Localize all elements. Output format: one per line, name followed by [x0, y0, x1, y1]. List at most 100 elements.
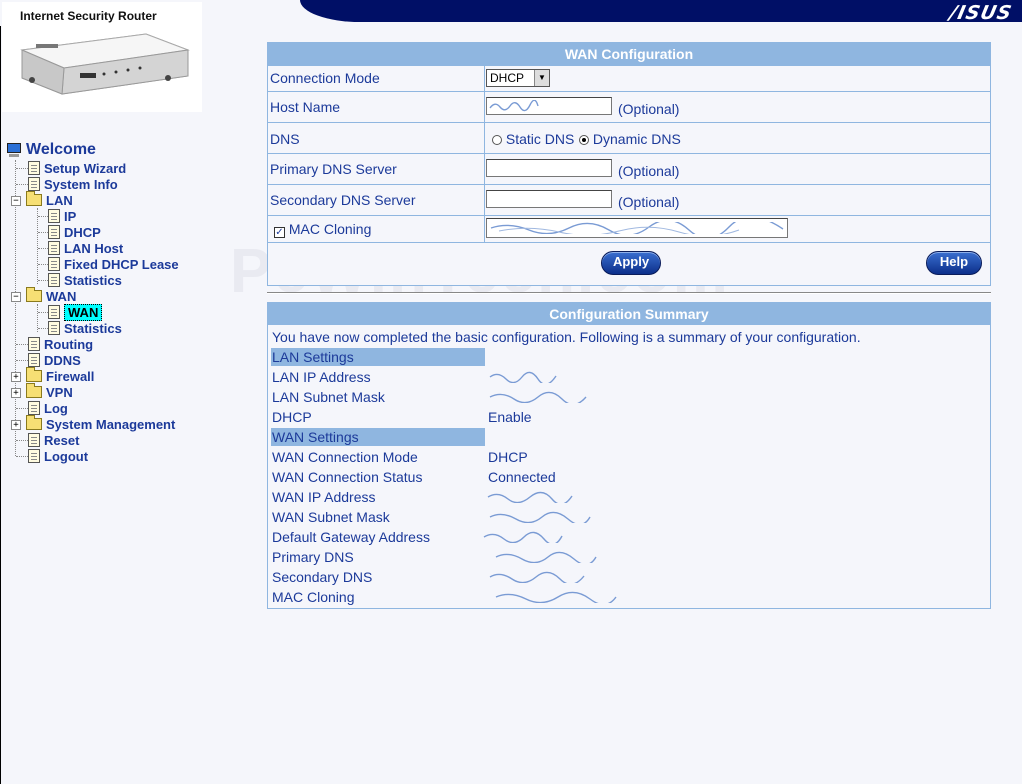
folder-icon: [26, 383, 42, 398]
redacted-scribble: [489, 100, 539, 112]
router-image: [20, 33, 190, 95]
mac-cloning-label: MAC Cloning: [288, 221, 372, 237]
connection-mode-label: Connection Mode: [270, 70, 380, 86]
folder-open-icon: [26, 287, 42, 302]
collapse-wan-toggle[interactable]: −: [11, 292, 21, 302]
tree-item-routing[interactable]: Routing: [28, 336, 93, 352]
configuration-summary-panel: Configuration Summary You have now compl…: [267, 302, 991, 609]
collapse-lan-toggle[interactable]: −: [11, 196, 21, 206]
redacted-scribble: [495, 551, 597, 563]
document-icon: [48, 305, 60, 319]
document-icon: [48, 321, 60, 335]
static-dns-radio[interactable]: [492, 135, 502, 145]
tree-item-vpn[interactable]: VPN: [26, 383, 73, 400]
section-divider: [267, 292, 991, 294]
host-name-optional: (Optional): [618, 101, 680, 117]
mac-cloning-checkbox[interactable]: ✓: [274, 227, 285, 238]
action-row: Apply Help: [268, 242, 990, 286]
tree-item-log[interactable]: Log: [28, 400, 68, 416]
redacted-scribble: [495, 591, 617, 603]
tree-item-logout[interactable]: Logout: [28, 448, 88, 464]
document-icon: [48, 209, 60, 223]
expand-vpn-toggle[interactable]: +: [11, 388, 21, 398]
tree-item-lan-ip[interactable]: IP: [48, 208, 76, 224]
primary-dns-row: Primary DNS Server (Optional): [268, 153, 990, 185]
tree-item-system-info[interactable]: System Info: [28, 176, 118, 192]
computer-icon: [6, 143, 22, 157]
primary-dns-input[interactable]: [486, 159, 612, 177]
secondary-dns-optional: (Optional): [618, 194, 680, 210]
mac-cloning-option[interactable]: ✓ MAC Cloning: [274, 221, 371, 238]
tree-item-setup-wizard[interactable]: Setup Wizard: [28, 160, 126, 176]
mac-address-input[interactable]: [486, 218, 788, 238]
document-icon: [48, 225, 60, 239]
dns-row: DNS Static DNS Dynamic DNS: [268, 122, 990, 154]
tree-item-lan-dhcp[interactable]: DHCP: [48, 224, 101, 240]
document-icon: [48, 273, 60, 287]
folder-icon: [26, 367, 42, 382]
tree-item-system-management[interactable]: System Management: [26, 415, 175, 432]
connection-mode-row: Connection Mode DHCP ▼: [268, 65, 990, 92]
primary-dns-summary-label: Primary DNS: [272, 549, 354, 565]
folder-open-icon: [26, 191, 42, 206]
secondary-dns-input[interactable]: [486, 190, 612, 208]
document-icon: [28, 401, 40, 415]
wan-settings-heading: WAN Settings: [272, 429, 359, 445]
tree-item-ddns[interactable]: DDNS: [28, 352, 81, 368]
dhcp-value: Enable: [488, 409, 532, 425]
tree-item-firewall[interactable]: Firewall: [26, 367, 94, 384]
secondary-dns-summary-label: Secondary DNS: [272, 569, 373, 585]
redacted-scribble: [489, 391, 587, 403]
lan-settings-heading: LAN Settings: [272, 349, 354, 365]
host-name-input[interactable]: [486, 97, 612, 115]
apply-button[interactable]: Apply: [601, 251, 661, 275]
primary-dns-label: Primary DNS Server: [270, 161, 397, 177]
tree-item-wan[interactable]: WAN: [26, 287, 76, 304]
connection-mode-select[interactable]: DHCP ▼: [486, 69, 550, 87]
host-name-row: Host Name (Optional): [268, 91, 990, 123]
wan-configuration-panel: WAN Configuration Connection Mode DHCP ▼…: [267, 42, 991, 286]
dns-label: DNS: [270, 131, 300, 147]
document-icon: [48, 257, 60, 271]
static-dns-option[interactable]: Static DNS: [492, 131, 574, 147]
tree-item-lan[interactable]: LAN: [26, 191, 73, 208]
tree-item-wan-statistics[interactable]: Statistics: [48, 320, 122, 336]
expand-firewall-toggle[interactable]: +: [11, 372, 21, 382]
dhcp-label: DHCP: [272, 409, 312, 425]
expand-system-management-toggle[interactable]: +: [11, 420, 21, 430]
document-icon: [28, 353, 40, 367]
redacted-scribble: [489, 371, 557, 383]
document-icon: [28, 449, 40, 463]
wan-mode-label: WAN Connection Mode: [272, 449, 418, 465]
redacted-scribble: [487, 491, 573, 503]
help-button[interactable]: Help: [926, 251, 982, 275]
navigation-tree: Welcome Setup Wizard System Info − LAN I…: [0, 140, 260, 480]
tree-item-fixed-dhcp-lease[interactable]: Fixed DHCP Lease: [48, 256, 179, 272]
tree-item-reset[interactable]: Reset: [28, 432, 79, 448]
tree-item-lan-statistics[interactable]: Statistics: [48, 272, 122, 288]
secondary-dns-row: Secondary DNS Server (Optional): [268, 184, 990, 216]
product-title: Internet Security Router: [20, 9, 157, 23]
dynamic-dns-option[interactable]: Dynamic DNS: [579, 131, 681, 147]
product-banner: Internet Security Router: [2, 2, 202, 112]
folder-icon: [26, 415, 42, 430]
lan-mask-label: LAN Subnet Mask: [272, 389, 385, 405]
dynamic-dns-radio[interactable]: [579, 135, 589, 145]
primary-dns-optional: (Optional): [618, 163, 680, 179]
redacted-scribble: [489, 571, 585, 583]
redacted-scribble: [490, 222, 784, 234]
wan-ip-label: WAN IP Address: [272, 489, 376, 505]
gateway-label: Default Gateway Address: [272, 529, 430, 545]
document-icon: [28, 433, 40, 447]
mac-cloning-summary-label: MAC Cloning: [272, 589, 355, 605]
tree-item-lan-host[interactable]: LAN Host: [48, 240, 123, 256]
mac-cloning-row: ✓ MAC Cloning: [268, 215, 990, 243]
document-icon: [28, 177, 40, 191]
tree-item-welcome[interactable]: Welcome: [6, 141, 96, 158]
tree-item-wan-wan[interactable]: WAN: [48, 303, 103, 321]
wan-configuration-title: WAN Configuration: [268, 43, 990, 65]
summary-intro: You have now completed the basic configu…: [272, 329, 861, 345]
wan-mode-value: DHCP: [488, 449, 528, 465]
document-icon: [28, 161, 40, 175]
redacted-scribble: [489, 511, 591, 523]
